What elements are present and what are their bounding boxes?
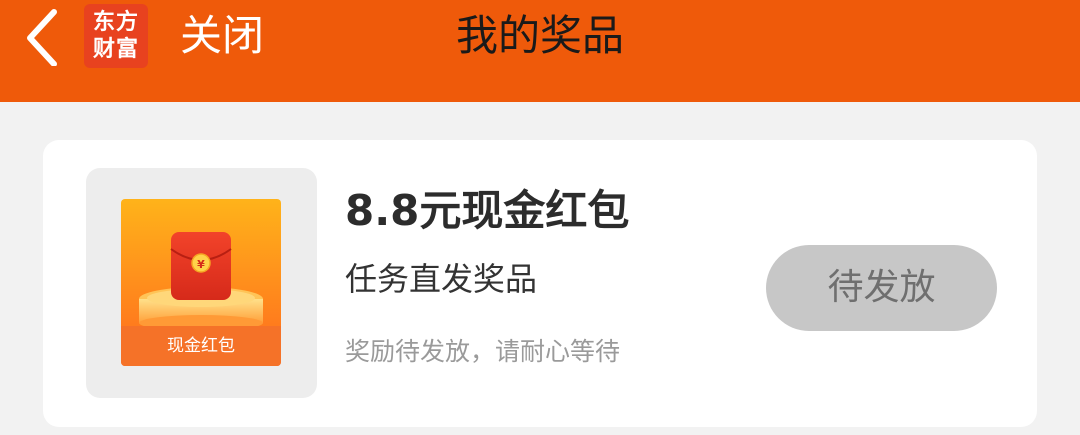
close-button[interactable]: 关闭 bbox=[180, 8, 264, 64]
chevron-left-icon bbox=[27, 9, 57, 66]
red-envelope-image: ¥ 现金红包 bbox=[121, 199, 281, 366]
brand-logo-line1: 东方 bbox=[92, 10, 139, 35]
prize-subtitle: 任务直发奖品 bbox=[345, 260, 538, 298]
prize-status-note: 奖励待发放，请耐心等待 bbox=[345, 337, 621, 366]
back-button[interactable] bbox=[20, 6, 70, 66]
coin-symbol: ¥ bbox=[197, 258, 205, 271]
prize-title: 8.8元现金红包 bbox=[345, 186, 630, 235]
header-bar: 东方 财富 关闭 我的奖品 bbox=[0, 0, 1080, 102]
prize-card: ¥ 现金红包 8.8元现金红包 任务直发奖品 奖励待发放，请耐心等待 待发放 bbox=[43, 140, 1037, 427]
page-title: 我的奖品 bbox=[455, 11, 624, 60]
brand-logo-line2: 财富 bbox=[92, 37, 139, 62]
pending-status-button[interactable]: 待发放 bbox=[766, 245, 997, 331]
prize-image-label: 现金红包 bbox=[121, 326, 281, 366]
brand-logo: 东方 财富 bbox=[84, 4, 148, 68]
prize-thumbnail: ¥ 现金红包 bbox=[86, 168, 317, 398]
